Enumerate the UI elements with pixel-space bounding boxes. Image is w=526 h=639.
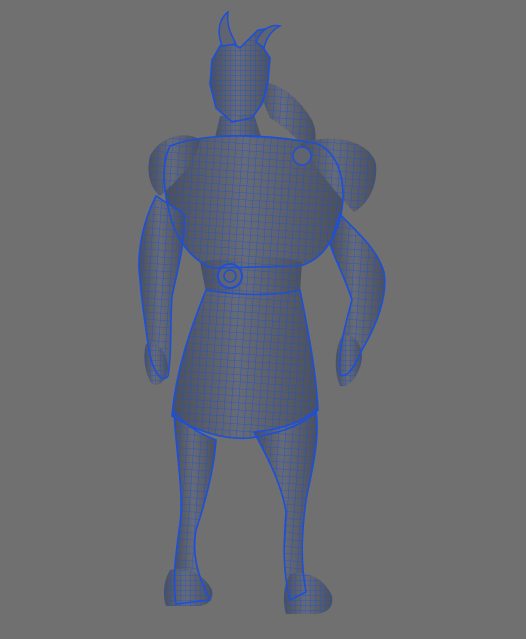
wireframe-character-model[interactable] [0,0,526,639]
3d-viewport[interactable] [0,0,526,639]
horn-left-mesh [218,10,238,47]
shoulder-medallion-mesh [292,146,312,166]
horn-right-mesh [255,24,283,50]
model-mesh [138,10,386,614]
